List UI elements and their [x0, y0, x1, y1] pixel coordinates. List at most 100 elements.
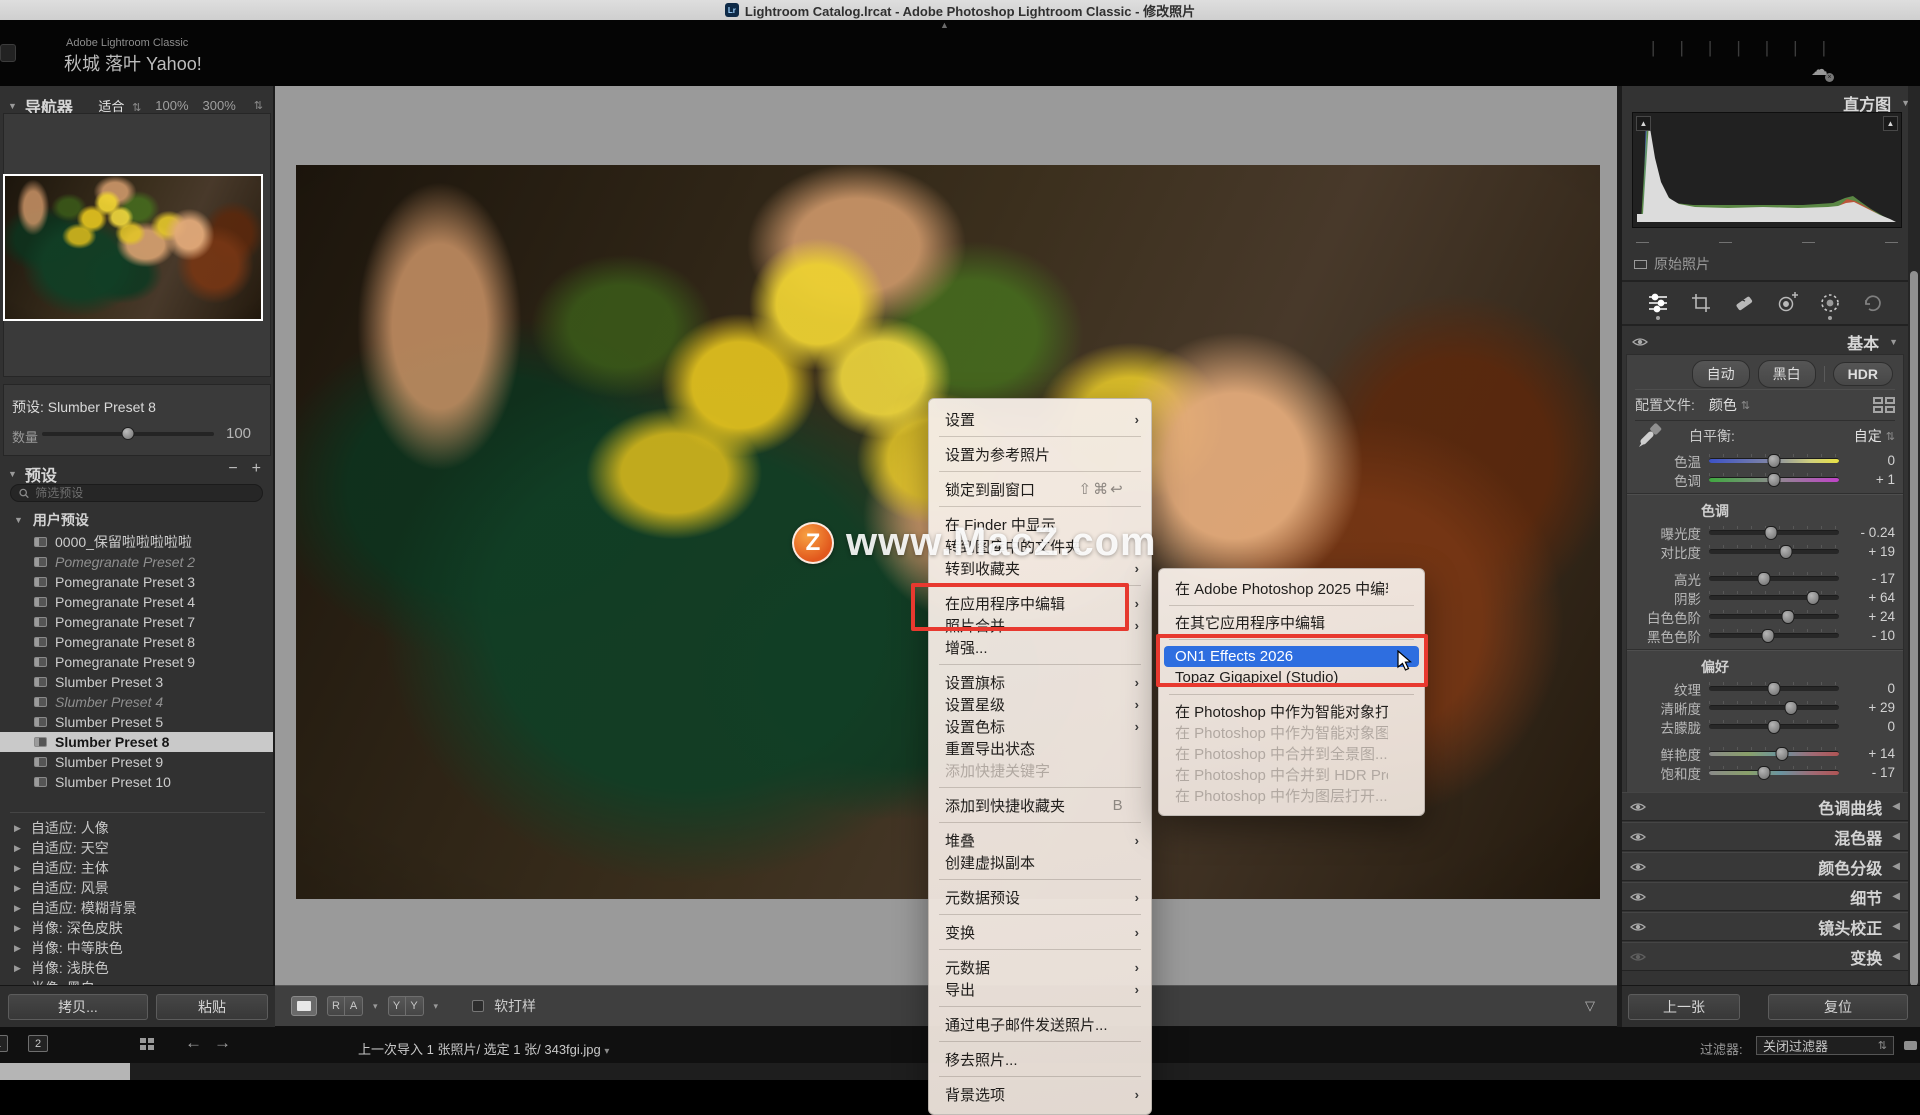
slider-track[interactable]	[1709, 705, 1839, 710]
menu-item[interactable]: 设置 ›	[929, 408, 1151, 430]
menu-item[interactable]: 设置色标 ›	[929, 715, 1151, 737]
panel-expand-icon[interactable]: ◀	[1892, 951, 1900, 962]
slider-thumb[interactable]	[1779, 545, 1792, 559]
folder-arrow-icon[interactable]: ▶	[14, 823, 21, 834]
filter-switch[interactable]	[1904, 1041, 1917, 1050]
sync-tool[interactable]	[1860, 288, 1886, 318]
red-eye-tool[interactable]	[1774, 288, 1800, 318]
white-balance-eyedropper-icon[interactable]	[1635, 421, 1665, 451]
main-window-button[interactable]: 1	[0, 1035, 8, 1052]
remove-preset-button[interactable]: −	[228, 460, 237, 478]
preset-list-item[interactable]: Pomegranate Preset 7	[0, 612, 275, 632]
preset-list-item[interactable]: Pomegranate Preset 4	[0, 592, 275, 612]
healing-tool[interactable]	[1731, 288, 1757, 318]
slider-thumb[interactable]	[1768, 720, 1781, 734]
reset-button[interactable]: 复位	[1768, 994, 1908, 1020]
panel-expand-icon[interactable]: ◀	[1892, 831, 1900, 842]
amount-slider-thumb[interactable]	[122, 427, 135, 440]
slider-thumb[interactable]	[1775, 747, 1788, 761]
submenu-item[interactable]: 在 Photoshop 中合并到全景图... ›	[1159, 743, 1424, 764]
module-tab[interactable]	[1724, 38, 1752, 58]
profile-browser-icon[interactable]	[1873, 397, 1895, 413]
preset-folder-row[interactable]: ▶ 自适应: 模糊背景	[0, 898, 275, 918]
submenu-item[interactable]: 在 Photoshop 中合并到 HDR Pro... ›	[1159, 764, 1424, 785]
panel-eye-icon[interactable]	[1630, 921, 1646, 933]
panel-eye-icon[interactable]	[1630, 831, 1646, 843]
folder-arrow-icon[interactable]: ▶	[14, 843, 21, 854]
slider-thumb[interactable]	[1768, 682, 1781, 696]
navigator-zoom-100[interactable]: 100%	[155, 98, 188, 113]
submenu-item[interactable]: 在其它应用程序中编辑 ›	[1159, 612, 1424, 633]
panel-header-row[interactable]: 镜头校正 ◀	[1622, 912, 1908, 941]
preset-list-item[interactable]: Slumber Preset 8	[0, 732, 275, 752]
panel-eye-icon[interactable]	[1630, 861, 1646, 873]
preset-list-item[interactable]: Pomegranate Preset 8	[0, 632, 275, 652]
cloud-sync-icon[interactable]: ☁×	[1811, 60, 1828, 80]
preset-search-input[interactable]	[35, 486, 254, 500]
bw-button[interactable]: 黑白	[1758, 360, 1816, 388]
menu-item[interactable]: 设置旗标 ›	[929, 671, 1151, 693]
panel-header-row[interactable]: 变换 ◀	[1622, 942, 1908, 971]
panel-expand-icon[interactable]: ◀	[1892, 861, 1900, 872]
module-tab[interactable]	[1753, 38, 1781, 58]
folder-arrow-icon[interactable]: ▶	[14, 863, 21, 874]
presets-collapse-icon[interactable]: ▼	[8, 469, 17, 479]
hdr-button[interactable]: HDR	[1833, 362, 1893, 386]
panel-expand-icon[interactable]: ◀	[1892, 891, 1900, 902]
menu-item[interactable]: 通过电子邮件发送照片... ›	[929, 1013, 1151, 1035]
navigator-preview[interactable]	[3, 174, 263, 321]
folder-arrow-icon[interactable]: ▶	[14, 923, 21, 934]
preset-search-box[interactable]	[10, 484, 263, 502]
preset-folder-row[interactable]: ▶ 自适应: 人像	[0, 818, 275, 838]
reference-view-buttons[interactable]: RA	[327, 996, 363, 1016]
panel-header-row[interactable]: 细节 ◀	[1622, 882, 1908, 911]
view-dropdown-icon[interactable]: ▾	[373, 1001, 378, 1012]
folder-arrow-icon[interactable]: ▶	[14, 943, 21, 954]
slider-track[interactable]	[1709, 770, 1839, 775]
slider-thumb[interactable]	[1765, 526, 1778, 540]
slider-track[interactable]	[1709, 477, 1839, 482]
slider-thumb[interactable]	[1784, 701, 1797, 715]
edit-sliders-tool[interactable]	[1645, 288, 1671, 318]
amount-slider[interactable]	[42, 432, 214, 436]
filter-dropdown[interactable]: 关闭过滤器⇅	[1756, 1036, 1894, 1055]
preset-list-item[interactable]: Slumber Preset 3	[0, 672, 275, 692]
slider-track[interactable]	[1709, 530, 1839, 535]
panel-header-row[interactable]: 颜色分级 ◀	[1622, 852, 1908, 881]
auto-button[interactable]: 自动	[1692, 360, 1750, 388]
right-panel-scrollbar[interactable]	[1908, 86, 1920, 985]
slider-thumb[interactable]	[1768, 473, 1781, 487]
copy-button[interactable]: 拷贝...	[8, 994, 148, 1020]
filmstrip-source-status[interactable]: 上一次导入 1 张照片/ 选定 1 张/ 343fgi.jpg ▾	[358, 1039, 609, 1058]
submenu-item[interactable]: 在 Adobe Photoshop 2025 中编辑... ›	[1159, 578, 1424, 599]
source-dropdown-icon[interactable]: ▾	[604, 1046, 609, 1057]
menu-item[interactable]: 移去照片... ›	[929, 1048, 1151, 1070]
menu-item[interactable]: 添加快捷关键字 ›	[929, 759, 1151, 781]
panel-header-row[interactable]: 色调曲线 ◀	[1622, 792, 1908, 821]
panel-eye-icon[interactable]	[1630, 891, 1646, 903]
module-tab[interactable]	[1810, 38, 1838, 58]
preset-folder-row[interactable]: ▶ 自适应: 天空	[0, 838, 275, 858]
compare-view-buttons[interactable]: YY	[388, 996, 424, 1016]
submenu-item[interactable]: ON1 Effects 2026 ›	[1164, 646, 1419, 667]
preset-list-item[interactable]: Slumber Preset 9	[0, 752, 275, 772]
slider-thumb[interactable]	[1761, 629, 1774, 643]
menu-item[interactable]: 元数据 ›	[929, 956, 1151, 978]
preset-folder-row[interactable]: ▶ 自适应: 风景	[0, 878, 275, 898]
navigator-zoom-300[interactable]: 300%	[203, 98, 236, 113]
panel-collapse-grip-icon[interactable]: ▲	[940, 20, 949, 30]
navigator-collapse-icon[interactable]: ▼	[8, 101, 17, 111]
profile-stepper-icon[interactable]: ⇅	[1741, 399, 1750, 412]
slider-track[interactable]	[1709, 549, 1839, 554]
zoom-level-stepper-icon[interactable]: ⇅	[254, 99, 263, 112]
folder-arrow-icon[interactable]: ▶	[14, 963, 21, 974]
preset-folder-row[interactable]: ▶ 肖像: 深色皮肤	[0, 918, 275, 938]
preset-list-item[interactable]: 0000_保留啦啦啦啦啦	[0, 532, 275, 552]
menu-item[interactable]: 创建虚拟副本 ›	[929, 851, 1151, 873]
basic-panel-header[interactable]: 基本 ▼	[1622, 330, 1908, 354]
preset-list-item[interactable]: Slumber Preset 5	[0, 712, 275, 732]
slider-thumb[interactable]	[1757, 766, 1770, 780]
submenu-item[interactable]: 在 Photoshop 中作为图层打开... ›	[1159, 785, 1424, 806]
slider-track[interactable]	[1709, 576, 1839, 581]
slider-track[interactable]	[1709, 595, 1839, 600]
